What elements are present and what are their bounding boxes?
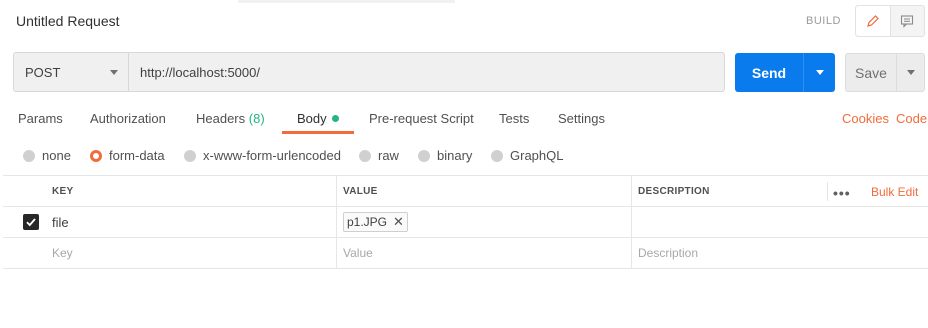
save-button[interactable]: Save <box>846 54 896 91</box>
form-data-table: KEY VALUE DESCRIPTION ••• Bulk Edit file… <box>3 175 928 269</box>
tab-pre-request-script[interactable]: Pre-request Script <box>369 111 474 126</box>
tab-body-label: Body <box>297 111 327 126</box>
description-cell[interactable] <box>632 207 928 237</box>
body-indicator-dot <box>331 115 339 122</box>
radio-none[interactable]: none <box>23 148 71 163</box>
table-row-new: Key Value Description <box>3 238 928 269</box>
method-label: POST <box>25 64 61 80</box>
row-checkbox-cell <box>3 207 46 237</box>
header-divider <box>827 182 828 201</box>
radio-circle-selected <box>90 149 102 162</box>
send-button-group: Send <box>735 53 835 92</box>
row-checkbox-cell <box>3 238 46 268</box>
radio-circle <box>359 149 371 162</box>
radio-circle <box>418 149 430 162</box>
send-button[interactable]: Send <box>735 53 803 92</box>
method-select[interactable]: POST <box>14 53 129 91</box>
file-name: p1.JPG <box>347 215 388 229</box>
more-options-icon[interactable]: ••• <box>833 185 851 201</box>
column-header-key: KEY <box>46 176 337 206</box>
radio-label: none <box>42 148 71 163</box>
value-cell[interactable]: p1.JPG ✕ <box>337 207 632 237</box>
comment-icon <box>901 15 914 28</box>
url-input[interactable]: http://localhost:5000/ <box>129 53 724 91</box>
save-button-group: Save <box>845 53 925 92</box>
edit-mode-button[interactable] <box>856 6 891 36</box>
radio-circle <box>491 149 503 162</box>
send-options-dropdown[interactable] <box>803 53 835 92</box>
checkmark-icon <box>26 218 36 227</box>
radio-raw[interactable]: raw <box>359 148 399 163</box>
top-divider <box>238 0 455 3</box>
tab-settings[interactable]: Settings <box>558 111 605 126</box>
radio-binary[interactable]: binary <box>418 148 472 163</box>
bulk-edit-link[interactable]: Bulk Edit <box>871 185 918 199</box>
chevron-down-icon <box>110 69 118 75</box>
radio-form-data[interactable]: form-data <box>90 148 165 163</box>
radio-label: binary <box>437 148 473 163</box>
build-mode-label: BUILD <box>806 15 841 27</box>
comments-button[interactable] <box>891 6 925 36</box>
active-tab-underline <box>282 131 354 134</box>
tab-headers-label: Headers <box>196 111 246 126</box>
remove-file-icon[interactable]: ✕ <box>393 214 404 230</box>
tab-body[interactable]: Body <box>297 111 339 126</box>
radio-label: raw <box>378 148 399 163</box>
radio-circle <box>184 149 196 162</box>
radio-x-www-form-urlencoded[interactable]: x-www-form-urlencoded <box>184 148 341 163</box>
chevron-down-icon <box>906 70 915 75</box>
new-key-input[interactable]: Key <box>46 238 337 268</box>
file-chip: p1.JPG ✕ <box>343 212 408 232</box>
row-enabled-checkbox[interactable] <box>23 214 39 230</box>
radio-circle <box>23 149 35 162</box>
pencil-icon <box>866 15 879 27</box>
table-header-row: KEY VALUE DESCRIPTION ••• Bulk Edit <box>3 176 928 207</box>
chevron-down-icon <box>815 70 824 75</box>
key-cell[interactable]: file <box>46 207 337 237</box>
mode-toggle[interactable] <box>855 5 925 37</box>
tab-authorization[interactable]: Authorization <box>90 111 166 126</box>
radio-label: form-data <box>109 148 165 163</box>
new-value-input[interactable]: Value <box>337 238 632 268</box>
request-title[interactable]: Untitled Request <box>16 13 120 29</box>
table-header-checkbox-cell <box>3 176 46 206</box>
save-options-dropdown[interactable] <box>896 54 924 91</box>
url-bar: POST http://localhost:5000/ <box>13 52 725 92</box>
cookies-link[interactable]: Cookies <box>842 111 889 126</box>
radio-graphql[interactable]: GraphQL <box>491 148 563 163</box>
column-header-value: VALUE <box>337 176 632 206</box>
headers-count: (8) <box>248 111 265 126</box>
tab-tests[interactable]: Tests <box>499 111 529 126</box>
table-row: file p1.JPG ✕ <box>3 207 928 238</box>
radio-label: x-www-form-urlencoded <box>203 148 341 163</box>
tab-headers[interactable]: Headers (8) <box>196 111 265 126</box>
code-link[interactable]: Code <box>896 111 927 126</box>
tab-params[interactable]: Params <box>18 111 63 126</box>
new-description-input[interactable]: Description <box>632 238 928 268</box>
radio-label: GraphQL <box>510 148 564 163</box>
